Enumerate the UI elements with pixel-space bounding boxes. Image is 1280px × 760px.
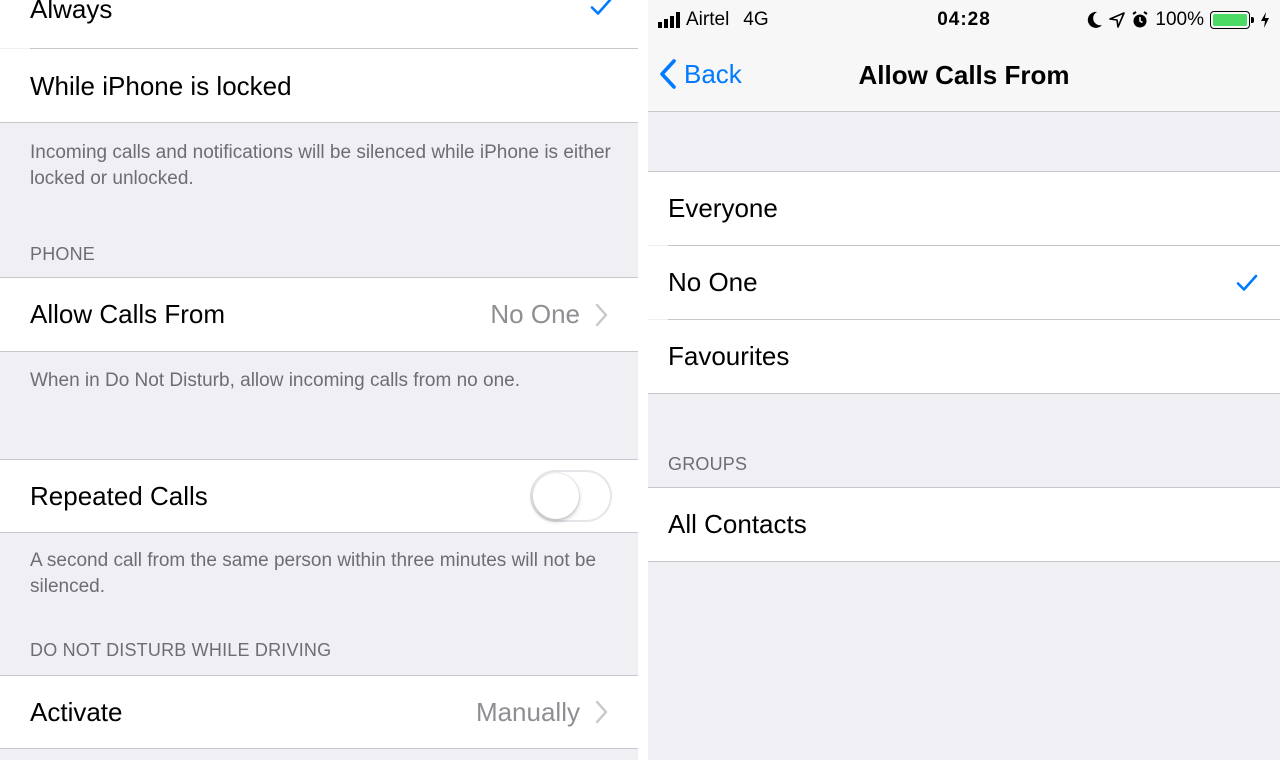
- charging-bolt-icon: [1261, 12, 1269, 28]
- chevron-right-icon: [595, 700, 608, 724]
- allow-calls-from-row[interactable]: Allow Calls From No One: [0, 278, 638, 351]
- option-label: Favourites: [668, 341, 790, 371]
- group-all-contacts[interactable]: All Contacts: [648, 488, 1280, 561]
- option-no-one[interactable]: No One: [648, 246, 1280, 319]
- checkmark-icon: [590, 0, 612, 15]
- option-everyone[interactable]: Everyone: [648, 172, 1280, 245]
- silence-footer: Incoming calls and notifications will be…: [30, 142, 611, 189]
- driving-section-header: DO NOT DISTURB WHILE DRIVING: [30, 640, 332, 660]
- repeated-calls-row: Repeated Calls: [0, 460, 638, 532]
- status-bar: Airtel 4G 04:28 100%: [648, 0, 1280, 38]
- moon-icon: [1088, 11, 1103, 28]
- separator: [648, 561, 1280, 562]
- activate-row[interactable]: Activate Manually: [0, 676, 638, 748]
- while-locked-label: While iPhone is locked: [30, 70, 292, 101]
- status-icons: 100%: [1087, 9, 1270, 31]
- option-favourites[interactable]: Favourites: [648, 320, 1280, 393]
- chevron-right-icon: [595, 303, 608, 326]
- while-locked-row[interactable]: While iPhone is locked: [0, 49, 638, 123]
- dnd-settings-panel: Always While iPhone is locked Incoming c…: [0, 0, 638, 760]
- alarm-icon: [1132, 11, 1148, 28]
- groups-section-header: GROUPS: [668, 454, 748, 474]
- allow-calls-panel: Airtel 4G 04:28 100% Back Allow Calls Fr…: [648, 0, 1280, 760]
- separator: [0, 351, 638, 352]
- activate-value: Manually: [475, 696, 580, 727]
- allow-calls-from-label: Allow Calls From: [30, 299, 226, 329]
- always-row[interactable]: Always: [0, 0, 638, 48]
- always-label: Always: [30, 0, 113, 24]
- navigation-bar: Back Allow Calls From: [648, 38, 1280, 112]
- location-arrow-icon: [1109, 12, 1126, 28]
- phone-section-header: PHONE: [30, 244, 96, 264]
- separator: [0, 748, 638, 749]
- allow-calls-footer: When in Do Not Disturb, allow incoming c…: [30, 370, 520, 391]
- checkmark-icon: [1236, 274, 1258, 291]
- repeated-calls-label: Repeated Calls: [30, 480, 208, 511]
- toggle-knob: [533, 473, 579, 519]
- option-label: Everyone: [668, 193, 778, 223]
- activate-label: Activate: [30, 696, 123, 727]
- option-label: No One: [668, 267, 758, 297]
- page-title: Allow Calls From: [858, 60, 1070, 90]
- allow-calls-from-value: No One: [490, 299, 580, 329]
- group-label: All Contacts: [668, 509, 807, 539]
- battery-icon: [1210, 11, 1254, 29]
- separator: [648, 393, 1280, 394]
- battery-percent: 100%: [1155, 9, 1204, 30]
- separator: [0, 532, 638, 533]
- repeated-calls-footer: A second call from the same person withi…: [30, 550, 597, 597]
- repeated-calls-toggle[interactable]: [530, 470, 612, 522]
- separator: [0, 122, 638, 123]
